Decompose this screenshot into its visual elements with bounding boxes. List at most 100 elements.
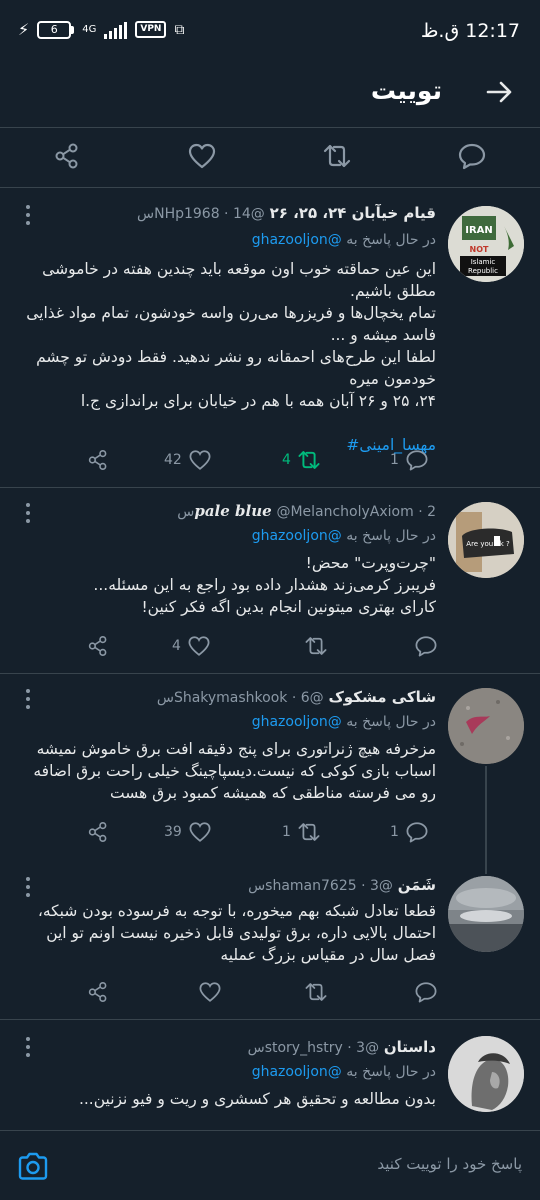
mention-link[interactable]: @ghazooljon [252, 232, 342, 248]
like-button[interactable]: 39 [164, 818, 212, 846]
replying-to: در حال پاسخ به @ghazooljon [251, 1064, 436, 1080]
handle[interactable]: @NHp1968 · 14س [137, 206, 265, 222]
avatar[interactable]: Are you ok ? [448, 502, 524, 578]
reply-button[interactable] [408, 978, 438, 1006]
vpn-icon: VPN [135, 21, 167, 38]
avatar[interactable] [448, 876, 524, 952]
charging-icon: ⚡ [18, 20, 30, 39]
svg-text:Republic: Republic [468, 267, 498, 275]
tweet-text: بدون مطالعه و تحقیق هر کسشری و ریت و فیو… [78, 1090, 436, 1108]
reply-count: 1 [390, 824, 399, 840]
share-button[interactable] [86, 818, 110, 846]
retweet-icon[interactable] [322, 141, 352, 171]
arrow-right-icon[interactable] [484, 76, 516, 108]
heart-icon [189, 450, 211, 470]
avatar[interactable] [448, 1036, 524, 1112]
display-name[interactable]: شاکی مشکوک [328, 688, 436, 706]
replying-to: در حال پاسخ به @ghazooljon [251, 528, 436, 544]
status-time: 12:17 ق.ظ [420, 20, 520, 42]
like-button[interactable]: 4 [172, 632, 211, 660]
reply-tweet[interactable]: شَمَن @shaman7625 · 3س قطعا تعادل شبکه ب… [0, 864, 540, 1020]
share-icon [88, 636, 107, 656]
reply-button[interactable] [408, 632, 438, 660]
tweet-actions [0, 978, 440, 1006]
retweet-count: 4 [282, 452, 291, 468]
avatar-text: IRAN [465, 225, 493, 236]
tweet-text: "چرت‌وپرت" محض! فریبرز کرمی‌زند هشدار دا… [93, 554, 436, 616]
display-name[interactable]: pale blue [194, 502, 271, 520]
reply-icon [406, 450, 428, 471]
reply-tweet[interactable]: IRAN NOT Islamic Republic قیام خیآبان ۲۴… [0, 188, 540, 488]
battery-level: 6 [37, 20, 72, 39]
share-button[interactable] [86, 978, 110, 1006]
reply-composer[interactable]: پاسخ خود را توییت کنید [0, 1130, 540, 1200]
svg-text:Islamic: Islamic [471, 258, 496, 266]
avatar[interactable]: IRAN NOT Islamic Republic [448, 206, 524, 282]
replying-to: در حال پاسخ به @ghazooljon [251, 714, 436, 730]
retweet-count: 1 [282, 824, 291, 840]
reply-tweet[interactable]: شاکی مشکوک @Shakymashkook · 6س در حال پا… [0, 674, 540, 864]
camera-icon[interactable] [16, 1149, 50, 1183]
battery-icon: 6 [37, 20, 75, 39]
tweet-text: قطعا تعادل شبکه بهم میخوره، با توجه به ف… [37, 902, 436, 964]
avatar-text: Are you ok ? [466, 540, 510, 548]
network-type: 4G [82, 24, 97, 35]
screen-icon: ⧉ [174, 21, 185, 38]
heart-icon [199, 982, 221, 1002]
share-button[interactable] [86, 632, 110, 660]
status-bar: ⚡ 6 4G VPN ⧉ 12:17 ق.ظ [0, 0, 540, 62]
reply-tweet[interactable]: داستان @story_hstry · 3س در حال پاسخ به … [0, 1020, 540, 1130]
retweet-button[interactable] [298, 978, 328, 1006]
mention-link[interactable]: @ghazooljon [252, 714, 342, 730]
replying-to: در حال پاسخ به @ghazooljon [251, 232, 436, 248]
tweet-actions: 39 1 1 [0, 818, 440, 846]
svg-text:NOT: NOT [470, 245, 489, 254]
avatar[interactable] [448, 688, 524, 764]
more-options-icon[interactable] [22, 1034, 34, 1060]
share-icon [88, 982, 107, 1002]
status-icons: ⚡ 6 4G VPN ⧉ [18, 20, 184, 39]
tweet-text: مزخرفه هیچ ژنراتوری برای پنج دقیقه افت ب… [33, 740, 436, 802]
reply-button[interactable]: 1 [390, 818, 429, 846]
mention-link[interactable]: @ghazooljon [252, 1064, 342, 1080]
retweet-icon [305, 637, 327, 655]
like-button[interactable] [192, 978, 222, 1006]
tweet-text: این عین حماقته خوب اون موقعه باید چندین … [26, 260, 436, 410]
reply-icon [406, 822, 428, 843]
more-options-icon[interactable] [22, 500, 34, 526]
retweet-icon [305, 983, 327, 1001]
reply-tweet[interactable]: Are you ok ? pale blue @MelancholyAxiom … [0, 488, 540, 674]
more-options-icon[interactable] [22, 202, 34, 228]
reply-button[interactable]: 1 [390, 446, 429, 474]
retweet-button[interactable]: 4 [282, 446, 321, 474]
tweet-header: شَمَن @shaman7625 · 3س [48, 876, 436, 902]
handle[interactable]: @Shakymashkook · 6س [157, 690, 324, 706]
retweet-button[interactable] [298, 632, 328, 660]
more-options-icon[interactable] [22, 686, 34, 712]
tweet-actions: 42 4 1 [0, 446, 440, 474]
more-options-icon[interactable] [22, 874, 34, 900]
tweet-actions: 4 [0, 632, 440, 660]
reply-icon [415, 982, 437, 1003]
display-name[interactable]: شَمَن [398, 876, 436, 894]
page-title: توییت [370, 76, 442, 105]
retweet-icon [298, 451, 320, 469]
display-name[interactable]: داستان [384, 1038, 436, 1056]
signal-icon [104, 21, 128, 39]
share-button[interactable] [86, 446, 110, 474]
mention-link[interactable]: @ghazooljon [252, 528, 342, 544]
heart-icon[interactable] [187, 141, 217, 171]
handle[interactable]: @story_hstry · 3س [248, 1040, 379, 1056]
reply-input[interactable]: پاسخ خود را توییت کنید [377, 1155, 522, 1173]
display-name[interactable]: قیام خیآبان ۲۴، ۲۵، ۲۶ [270, 204, 436, 222]
like-count: 42 [164, 452, 182, 468]
tweet-header: pale blue @MelancholyAxiom · 2س [48, 502, 436, 528]
reply-icon[interactable] [457, 141, 487, 171]
handle[interactable]: @shaman7625 · 3س [248, 878, 393, 894]
share-icon [88, 822, 107, 842]
like-button[interactable]: 42 [164, 446, 212, 474]
share-icon[interactable] [52, 141, 82, 171]
reply-icon [415, 636, 437, 657]
retweet-button[interactable]: 1 [282, 818, 321, 846]
retweet-icon [298, 823, 320, 841]
